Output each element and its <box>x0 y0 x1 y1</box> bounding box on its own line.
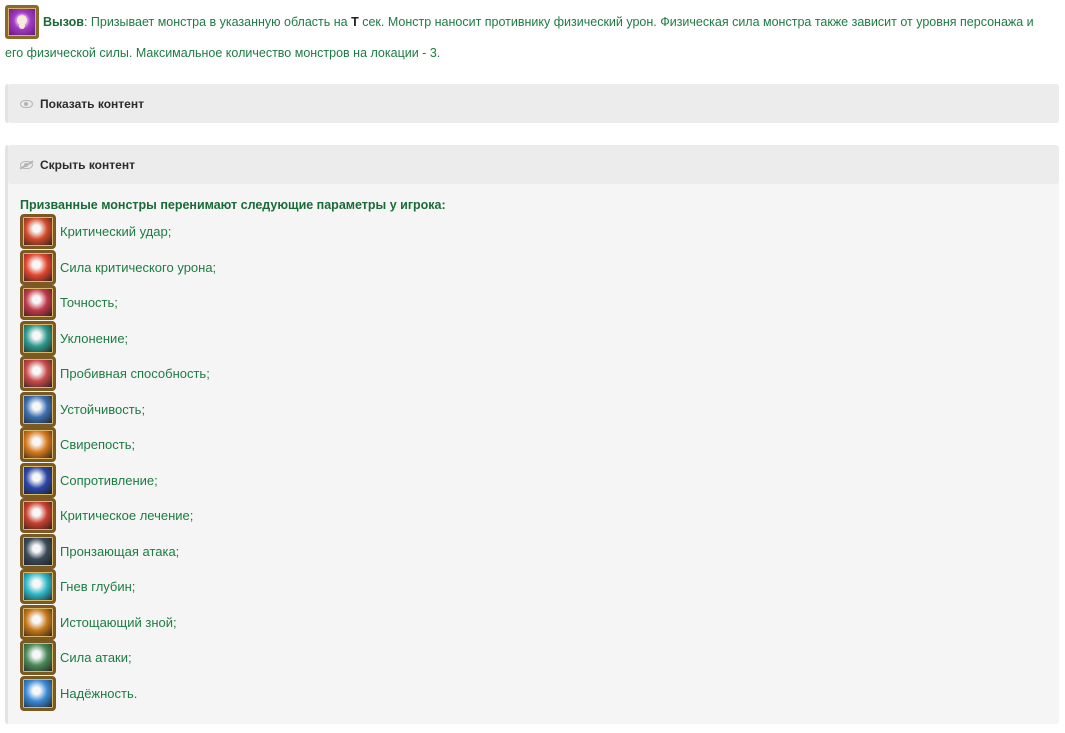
parameter-item: Пронзающая атака; <box>20 533 1059 570</box>
parameter-item: Точность; <box>20 285 1059 321</box>
penetration-icon <box>20 356 56 392</box>
parameter-label: Сопротивление; <box>60 472 158 488</box>
parameter-list: Критический удар; Сила критического урона… <box>20 214 1059 711</box>
show-content-button[interactable]: Показать контент <box>8 84 1059 123</box>
parameter-label: Пробивная способность; <box>60 366 210 382</box>
description-text-b: сек. Монстр наносит противнику физически… <box>358 14 1034 29</box>
parameter-label: Устойчивость; <box>60 401 146 417</box>
eye-slash-icon <box>20 160 33 169</box>
parameters-heading: Призванные монстры перенимают следующие … <box>20 198 446 212</box>
spoiler-expanded: Скрыть контент Призванные монстры перени… <box>5 145 1059 724</box>
parameter-label: Уклонение; <box>60 330 129 346</box>
parameter-item: Сопротивление; <box>20 462 1059 499</box>
parameter-label: Критическое лечение; <box>60 508 194 524</box>
resistance-icon <box>20 462 56 498</box>
spoiler-content: Призванные монстры перенимают следующие … <box>8 184 1059 711</box>
parameter-item: Сила атаки; <box>20 640 1059 676</box>
parameter-label: Гнев глубин; <box>60 579 136 595</box>
reliability-icon <box>20 675 56 711</box>
parameter-item: Критическое лечение; <box>20 498 1059 534</box>
parameter-item: Свирепость; <box>20 427 1059 463</box>
wrath-of-depths-icon <box>20 569 56 605</box>
parameter-label: Точность; <box>60 295 118 311</box>
duration-symbol: T <box>351 14 359 29</box>
ferocity-icon <box>20 427 56 463</box>
critical-heal-icon <box>20 498 56 534</box>
parameter-label: Сила атаки; <box>60 650 132 666</box>
hide-content-label: Скрыть контент <box>40 157 135 172</box>
accuracy-icon <box>20 285 56 321</box>
parameter-item: Надёжность. <box>20 675 1059 712</box>
parameter-label: Сила критического урона; <box>60 259 217 275</box>
parameter-label: Пронзающая атака; <box>60 543 180 559</box>
parameter-label: Критический удар; <box>60 224 172 240</box>
critical-strike-icon <box>20 214 56 250</box>
parameter-label: Свирепость; <box>60 437 136 453</box>
critical-damage-icon <box>20 249 56 285</box>
description-line-2: его физической силы. Максимальное количе… <box>5 46 441 60</box>
hide-content-button[interactable]: Скрыть контент <box>8 145 1059 184</box>
eye-icon <box>20 99 33 108</box>
parameter-label: Надёжность. <box>60 685 138 701</box>
spoiler-collapsed: Показать контент <box>5 84 1059 123</box>
parameter-item: Уклонение; <box>20 320 1059 357</box>
parameter-item: Сила критического урона; <box>20 249 1059 286</box>
parameter-item: Пробивная способность; <box>20 356 1059 392</box>
parameter-item: Истощающий зной; <box>20 604 1059 641</box>
parameter-item: Критический удар; <box>20 214 1059 250</box>
scorching-heat-icon <box>20 604 56 640</box>
attack-power-icon <box>20 640 56 676</box>
evasion-icon <box>20 320 56 356</box>
piercing-attack-icon <box>20 533 56 569</box>
parameter-item: Гнев глубин; <box>20 569 1059 605</box>
parameter-label: Истощающий зной; <box>60 614 177 630</box>
resilience-icon <box>20 391 56 427</box>
summon-skull-icon <box>5 5 39 39</box>
description-line-1: Вызов: Призывает монстра в указанную обл… <box>5 5 1055 39</box>
description-text-a: : Призывает монстра в указанную область … <box>83 14 352 29</box>
parameter-item: Устойчивость; <box>20 391 1059 428</box>
skill-name: Вызов <box>43 14 84 29</box>
skill-description: Вызов: Призывает монстра в указанную обл… <box>5 5 1055 64</box>
show-content-label: Показать контент <box>40 96 144 111</box>
